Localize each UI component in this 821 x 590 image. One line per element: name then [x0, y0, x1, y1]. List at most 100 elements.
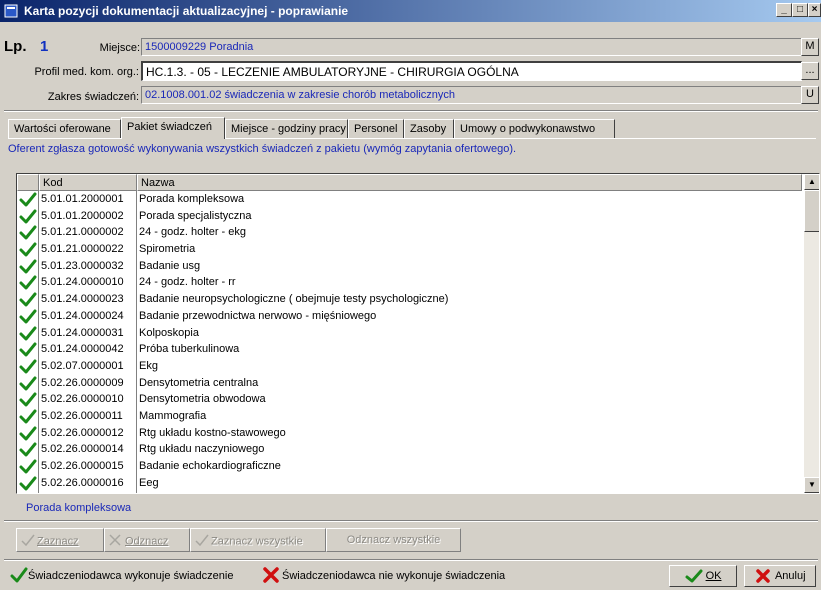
close-button[interactable]: × [808, 3, 821, 17]
row-code: 5.01.01.2000001 [41, 193, 124, 205]
row-code: 5.01.24.0000023 [41, 293, 124, 306]
ok-label: OK [705, 569, 722, 582]
cancel-button[interactable]: Anuluj [744, 565, 816, 587]
row-name: Rtg układu naczyniowego [139, 443, 265, 456]
scroll-thumb[interactable] [804, 190, 819, 232]
row-code: 5.01.01.2000002 [41, 209, 124, 222]
check-icon[interactable] [19, 476, 37, 491]
table-row[interactable]: 5.01.01.2000001 Porada kompleksowa [17, 191, 802, 208]
row-name: Rtg układu kostno-stawowego [139, 426, 286, 439]
table-row[interactable]: 5.01.24.0000031 Kolposkopia [17, 325, 802, 342]
odznacz-wszystkie-label: Odznacz wszystkie [346, 534, 441, 546]
tab-miejsce-godziny-pracy[interactable]: Miejsce - godziny pracy [225, 119, 348, 138]
check-icon[interactable] [19, 392, 37, 407]
check-icon[interactable] [19, 409, 37, 424]
table-row[interactable]: 5.02.07.0000001 Ekg [17, 358, 802, 375]
dialog-window: Karta pozycji dokumentacji aktualizacyjn… [0, 0, 821, 590]
cancel-label: Anuluj [774, 569, 806, 582]
table-row[interactable]: 5.01.23.0000032 Badanie usg [17, 258, 802, 275]
ok-button[interactable]: OK [669, 565, 737, 587]
table-row[interactable]: 5.02.26.0000011 Mammografia [17, 408, 802, 425]
row-code: 5.01.24.0000010 [41, 276, 124, 289]
odznacz-wszystkie-button[interactable]: Odznacz wszystkie [326, 528, 461, 552]
header-name[interactable]: Nazwa [137, 174, 802, 191]
scroll-down-button[interactable]: ▼ [804, 477, 819, 493]
check-icon[interactable] [19, 342, 37, 357]
table-row[interactable]: 5.02.26.0000015 Badanie echokardiograficz… [17, 458, 802, 475]
divider [4, 111, 818, 112]
check-icon[interactable] [19, 359, 37, 374]
row-name: Densytometria centralna [139, 376, 259, 389]
table-row[interactable]: 5.02.26.0000012 Rtg układu kostno-stawowe… [17, 425, 802, 442]
title-bar[interactable]: Karta pozycji dokumentacji aktualizacyjn… [0, 0, 821, 22]
row-name: Porada kompleksowa [139, 193, 245, 205]
row-name: Eeg [139, 476, 159, 489]
tab-zasoby[interactable]: Zasoby [404, 119, 454, 138]
check-icon[interactable] [19, 209, 37, 224]
table-row[interactable]: 5.01.24.0000023 Badanie neuropsychologicz… [17, 291, 802, 308]
zaznacz-button[interactable]: Zaznacz [16, 528, 104, 552]
miejsce-button[interactable]: M [801, 38, 819, 56]
green-check-icon [10, 567, 28, 583]
zakres-button[interactable]: U [801, 86, 819, 104]
check-icon[interactable] [19, 326, 37, 341]
row-code: 5.02.26.0000009 [41, 376, 124, 389]
profil-field[interactable]: HC.1.3. - 05 - LECZENIE AMBULATORYJNE - … [141, 61, 802, 81]
tab-wartosci-oferowane[interactable]: Wartości oferowane [8, 119, 121, 138]
table-row[interactable]: 5.01.01.2000002 Porada specjalistyczna [17, 208, 802, 225]
table-row[interactable]: 5.01.24.0000024 Badanie przewodnictwa ner… [17, 308, 802, 325]
header-code[interactable]: Kod [39, 174, 137, 191]
tab-umowy-o-podwykonawstwo[interactable]: Umowy o podwykonawstwo [454, 119, 615, 138]
table-row[interactable]: 5.01.24.0000042 Próba tuberkulinowa [17, 341, 802, 358]
row-code: 5.01.21.0000002 [41, 226, 124, 239]
minimize-button[interactable]: _ [776, 3, 792, 17]
list-rows: 5.01.01.2000001 Porada kompleksowa 5.01.01… [17, 191, 802, 491]
row-code: 5.01.24.0000031 [41, 326, 124, 339]
table-row[interactable]: 5.01.21.0000022 Spirometria [17, 241, 802, 258]
maximize-button[interactable]: □ [792, 3, 808, 17]
check-icon[interactable] [19, 459, 37, 474]
header-check-column[interactable] [17, 174, 39, 191]
scroll-up-button[interactable]: ▲ [804, 174, 819, 190]
table-row[interactable]: 5.01.24.0000010 24 - godz. holter - rr [17, 274, 802, 291]
check-icon[interactable] [19, 292, 37, 307]
legend-performs: Świadczeniodawca wykonuje świadczenie [28, 570, 234, 582]
row-name: Badanie neuropsychologiczne ( obejmuje t… [139, 293, 449, 306]
check-icon[interactable] [19, 442, 37, 457]
row-name: Mammografia [139, 409, 207, 422]
tab-personel[interactable]: Personel [348, 119, 404, 138]
zaznacz-wszystkie-button[interactable]: Zaznacz wszystkie [190, 528, 326, 552]
row-code: 5.01.23.0000032 [41, 259, 124, 272]
row-name: Ekg [139, 359, 158, 372]
check-icon[interactable] [19, 225, 37, 240]
check-icon[interactable] [19, 242, 37, 257]
table-row[interactable]: 5.02.26.0000016 Eeg [17, 475, 802, 492]
services-list[interactable]: Kod Nazwa 5.01.01.2000001 Porada kompleks… [16, 173, 820, 494]
vertical-scrollbar[interactable]: ▲ ▼ [804, 174, 819, 493]
table-row[interactable]: 5.01.21.0000002 24 - godz. holter - ekg [17, 224, 802, 241]
check-icon [21, 534, 37, 549]
check-icon[interactable] [19, 309, 37, 324]
row-code: 5.02.26.0000012 [41, 426, 124, 439]
check-icon[interactable] [19, 259, 37, 274]
profil-label: Profil med. kom. org.: [34, 66, 139, 78]
divider [4, 560, 818, 561]
row-code: 5.02.07.0000001 [41, 359, 124, 372]
odznacz-button[interactable]: Odznacz [104, 528, 190, 552]
row-name: Densytometria obwodowa [139, 393, 266, 406]
row-code: 5.02.26.0000015 [41, 460, 124, 472]
table-row[interactable]: 5.02.26.0000014 Rtg układu naczyniowego [17, 441, 802, 458]
zaznacz-wszystkie-label: Zaznacz wszystkie [211, 535, 303, 548]
check-icon[interactable] [19, 426, 37, 441]
table-row[interactable]: 5.02.26.0000010 Densytometria obwodowa [17, 391, 802, 408]
row-name: Spirometria [139, 243, 196, 256]
check-icon[interactable] [19, 376, 37, 391]
row-name: Porada specjalistyczna [139, 209, 252, 222]
profil-browse-button[interactable]: ... [801, 62, 819, 80]
table-row[interactable]: 5.02.26.0000009 Densytometria centralna [17, 375, 802, 392]
row-code: 5.02.26.0000014 [41, 443, 124, 456]
check-icon[interactable] [19, 275, 37, 290]
check-icon[interactable] [19, 192, 37, 207]
tab-pakiet-swiadczen[interactable]: Pakiet świadczeń [121, 117, 225, 139]
row-code: 5.01.24.0000024 [41, 309, 124, 322]
